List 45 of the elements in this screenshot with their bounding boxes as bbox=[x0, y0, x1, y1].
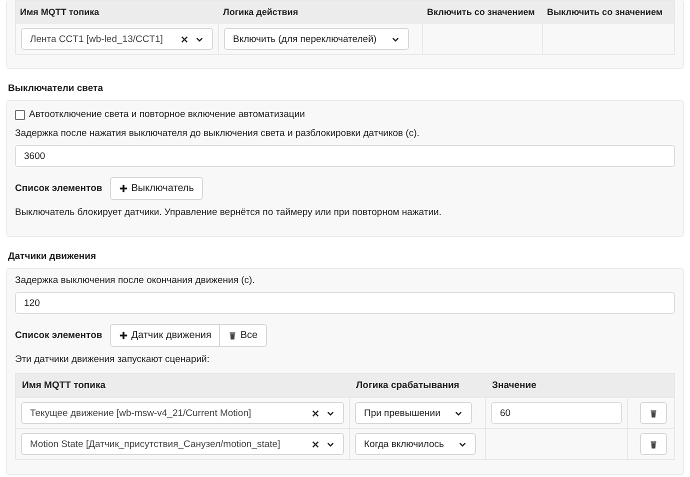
value-input[interactable]: 60 bbox=[491, 402, 622, 424]
column-header: Имя MQTT топика bbox=[21, 379, 107, 393]
column-header: Имя MQTT топика bbox=[19, 6, 100, 19]
column-header: Выключить со значением bbox=[546, 6, 664, 19]
list-label: Список элементов bbox=[15, 330, 102, 341]
delete-all-button[interactable]: Все bbox=[219, 324, 267, 347]
topic-select[interactable]: Motion State [Датчик_присутствия_Санузел/motion_state] bbox=[21, 433, 344, 455]
column-header: Логика действия bbox=[222, 6, 300, 19]
clear-icon[interactable] bbox=[311, 440, 320, 448]
logic-select[interactable]: Когда включилось bbox=[355, 433, 476, 455]
add-button[interactable]: Датчик движения bbox=[110, 324, 220, 347]
plus-icon bbox=[119, 331, 128, 340]
chevron-down-icon bbox=[195, 34, 204, 44]
delete-button[interactable] bbox=[640, 402, 667, 424]
column-header: Логика срабатывания bbox=[355, 379, 460, 393]
checkbox-label: Автоотключение света и повторное включение автоматизации bbox=[29, 109, 305, 120]
delay-input[interactable]: 3600 bbox=[15, 145, 675, 167]
chevron-down-icon bbox=[458, 440, 467, 448]
clear-icon[interactable] bbox=[311, 408, 320, 418]
hint-text: Эти датчики движения запускают сценарий: bbox=[15, 354, 210, 365]
add-button[interactable]: Выключатель bbox=[110, 177, 203, 200]
topic-select[interactable]: Текущее движение [wb-msw-v4_21/Current Motion] bbox=[21, 402, 344, 424]
column-header: Значение bbox=[491, 379, 538, 393]
delay-input[interactable]: 120 bbox=[15, 292, 675, 314]
section-title: Датчики движения bbox=[8, 251, 98, 262]
trash-icon bbox=[649, 408, 658, 418]
chevron-down-icon bbox=[326, 440, 335, 448]
field-label: Задержка выключения после окончания движения (с). bbox=[15, 275, 256, 286]
topic-select[interactable]: Лента CCT1 [wb-led_13/CCT1] bbox=[21, 28, 213, 50]
chevron-down-icon bbox=[326, 408, 335, 418]
clear-icon[interactable] bbox=[180, 34, 189, 44]
logic-select[interactable]: При превышении bbox=[355, 402, 472, 424]
plus-icon bbox=[119, 184, 128, 193]
list-label: Список элементов bbox=[15, 183, 102, 194]
chevron-down-icon bbox=[390, 34, 400, 44]
column-header: Включить со значением bbox=[426, 6, 536, 19]
delete-button[interactable] bbox=[640, 433, 667, 455]
chevron-down-icon bbox=[454, 408, 464, 418]
section-title: Выключатели света bbox=[8, 83, 104, 94]
checkbox[interactable] bbox=[15, 110, 25, 120]
hint-text: Выключатель блокирует датчики. Управление вернётся по таймеру или при повторном нажатии. bbox=[15, 207, 442, 218]
field-label: Задержка после нажатия выключателя до выключения света и разблокировки датчиков (с). bbox=[15, 128, 420, 139]
logic-select[interactable]: Включить (для переключателей) bbox=[224, 28, 409, 50]
trash-icon bbox=[649, 440, 658, 448]
trash-icon bbox=[228, 331, 238, 340]
